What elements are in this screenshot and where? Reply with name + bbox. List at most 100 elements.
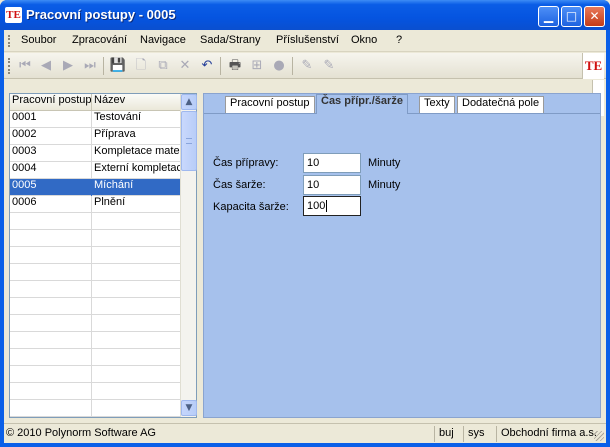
menu-okno[interactable]: Okno	[351, 34, 377, 46]
scroll-up-icon[interactable]: ▲	[181, 94, 197, 110]
toolbar-separator	[292, 57, 293, 75]
tab-dodatecna-pole[interactable]: Dodatečná pole	[457, 96, 545, 113]
print-icon[interactable]: 🖶	[226, 57, 244, 75]
table-row[interactable]: 0003 Kompletace mate	[10, 145, 180, 162]
column-header-name[interactable]: Název	[92, 94, 180, 111]
delete-icon[interactable]: ✕	[176, 57, 194, 75]
maximize-button[interactable]: □	[561, 6, 582, 27]
status-copyright: © 2010 Polynorm Software AG	[6, 427, 156, 439]
table-row[interactable]: 0004 Externí kompletac	[10, 162, 180, 179]
grid-body: 0001 Testování 0002 Příprava 0003 Kompletac…	[10, 111, 180, 417]
empty-row[interactable]	[10, 298, 180, 315]
cell-name: Testování	[94, 111, 142, 123]
status-system: sys	[468, 427, 485, 439]
cell-name: Externí kompletac	[94, 162, 180, 174]
empty-row[interactable]	[10, 247, 180, 264]
undo-icon[interactable]: ↶	[198, 57, 216, 75]
cell-name: Příprava	[94, 128, 136, 140]
save-icon[interactable]: 💾	[109, 57, 127, 75]
status-bar: © 2010 Polynorm Software AG buj sys Obch…	[4, 423, 606, 443]
menu-zpracovani[interactable]: Zpracování	[72, 34, 127, 46]
empty-row[interactable]	[10, 264, 180, 281]
cell-name: Kompletace mate	[94, 145, 180, 157]
empty-row[interactable]	[10, 315, 180, 332]
batch-capacity-label: Kapacita šarže:	[213, 201, 289, 213]
status-separator	[434, 426, 435, 442]
empty-row[interactable]	[10, 230, 180, 247]
cell-name: Míchání	[94, 179, 134, 191]
menu-sada-strany[interactable]: Sada/Strany	[200, 34, 261, 46]
status-separator	[496, 426, 497, 442]
empty-row[interactable]	[10, 332, 180, 349]
new-document-icon[interactable]: 🗋	[132, 57, 150, 75]
cell-code: 0004	[10, 162, 92, 179]
menu-bar: Soubor Zpracování Navigace Sada/Strany P…	[4, 30, 606, 52]
grip-icon	[186, 138, 192, 144]
tab-pracovni-postup[interactable]: Pracovní postup	[225, 96, 315, 113]
toolbar-grip[interactable]	[8, 58, 10, 74]
cell-code: 0005	[10, 179, 92, 196]
empty-row[interactable]	[10, 383, 180, 400]
prep-time-label: Čas přípravy:	[213, 157, 279, 169]
toolbar-separator	[103, 57, 104, 75]
table-row[interactable]: 0006 Plnění	[10, 196, 180, 213]
table-row-selected[interactable]: 0005 Míchání	[10, 179, 180, 196]
empty-row[interactable]	[10, 213, 180, 230]
menu-navigace[interactable]: Navigace	[140, 34, 186, 46]
edit-alt-icon[interactable]: ✎	[320, 57, 338, 75]
status-company: Obchodní firma a.s.	[501, 427, 597, 439]
table-row[interactable]: 0002 Příprava	[10, 128, 180, 145]
last-record-icon[interactable]: ⏭	[81, 57, 99, 75]
grid-header: Pracovní postup Název	[10, 94, 180, 111]
grid-vertical-scrollbar[interactable]: ▲ ▼	[180, 94, 197, 417]
menubar-grip[interactable]	[8, 35, 10, 47]
batch-time-label: Čas šarže:	[213, 179, 266, 191]
tab-texty[interactable]: Texty	[419, 96, 455, 113]
status-user: buj	[439, 427, 454, 439]
copy-icon[interactable]: ⧉	[154, 57, 172, 75]
scroll-down-icon[interactable]: ▼	[181, 400, 197, 416]
next-record-icon[interactable]: ▶	[59, 57, 77, 75]
circle-icon[interactable]: ●	[270, 57, 288, 75]
cell-code: 0003	[10, 145, 92, 162]
title-bar[interactable]: TE Pracovní postupy - 0005 ▁ □ ✕	[0, 0, 610, 30]
empty-row[interactable]	[10, 400, 180, 417]
batch-capacity-value: 100	[307, 200, 326, 212]
menu-soubor[interactable]: Soubor	[21, 34, 56, 46]
close-button[interactable]: ✕	[584, 6, 605, 27]
table-row[interactable]: 0001 Testování	[10, 111, 180, 128]
empty-row[interactable]	[10, 281, 180, 298]
previous-record-icon[interactable]: ◀	[37, 57, 55, 75]
prep-time-input[interactable]: 10	[303, 153, 361, 173]
menu-help[interactable]: ?	[396, 34, 402, 46]
scrollbar-thumb[interactable]	[181, 111, 197, 171]
first-record-icon[interactable]: ⏮	[16, 57, 34, 75]
toolbar: ⏮ ◀ ▶ ⏭ 💾 🗋 ⧉ ✕ ↶ 🖶 ⊞ ● ✎ ✎	[4, 53, 606, 79]
batch-capacity-input[interactable]: 100	[303, 196, 361, 216]
client-area: Soubor Zpracování Navigace Sada/Strany P…	[4, 30, 606, 443]
tab-cas-pripravy-sarze[interactable]: Čas přípr./šarže	[316, 94, 408, 114]
edit-icon[interactable]: ✎	[298, 57, 316, 75]
window-title: Pracovní postupy - 0005	[26, 7, 176, 22]
cell-code: 0006	[10, 196, 92, 213]
minimize-button[interactable]: ▁	[538, 6, 559, 27]
brand-logo-icon: TE	[582, 53, 604, 79]
menu-prislusenstvi[interactable]: Příslušenství	[276, 34, 339, 46]
structure-icon[interactable]: ⊞	[248, 57, 266, 75]
cell-code: 0001	[10, 111, 92, 128]
resize-grip-icon[interactable]	[594, 431, 604, 441]
app-logo-icon[interactable]: TE	[5, 7, 22, 23]
detail-panel: Pracovní postup Čas přípr./šarže Texty D…	[203, 93, 601, 418]
batch-time-input[interactable]: 10	[303, 175, 361, 195]
empty-row[interactable]	[10, 349, 180, 366]
cell-name: Plnění	[94, 196, 126, 208]
application-window: TE Pracovní postupy - 0005 ▁ □ ✕ Soubor …	[0, 0, 610, 447]
prep-time-unit: Minuty	[368, 157, 401, 169]
workflow-grid: Pracovní postup Název 0001 Testování 0002…	[9, 93, 197, 418]
toolbar-separator	[220, 57, 221, 75]
text-caret	[326, 200, 328, 213]
status-separator	[463, 426, 464, 442]
cell-code: 0002	[10, 128, 92, 145]
empty-row[interactable]	[10, 366, 180, 383]
column-header-code[interactable]: Pracovní postup	[10, 94, 92, 111]
